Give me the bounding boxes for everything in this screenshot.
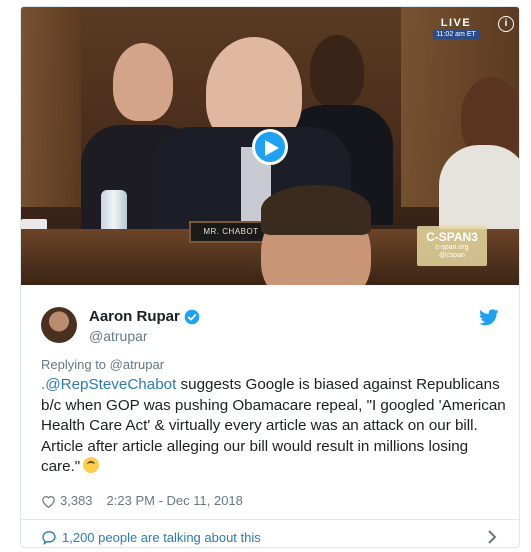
info-icon[interactable]: i [498, 16, 514, 32]
talking-about-link[interactable]: 1,200 people are talking about this [41, 530, 261, 545]
live-time: 11:02 am ET [433, 30, 479, 39]
audience-man-face [310, 35, 364, 107]
play-button[interactable] [252, 129, 288, 165]
author-name[interactable]: Aaron Rupar [89, 308, 180, 325]
like-count[interactable]: 3,383 [60, 493, 93, 508]
divider [21, 519, 519, 520]
author-handle[interactable]: @atrupar [89, 328, 148, 344]
cspan-site: c-span.org [435, 244, 469, 251]
timestamp[interactable]: 2:23 PM - Dec 11, 2018 [107, 493, 243, 508]
audience-woman-right-body [439, 145, 519, 235]
live-indicator: LIVE 11:02 am ET [433, 17, 479, 39]
upside-down-face-emoji-icon [83, 457, 100, 473]
video-player[interactable]: MR. CHABOT LIVE 11:02 am ET i C-SPAN3 c-… [21, 7, 519, 285]
wood-panel [21, 7, 81, 207]
replying-to: Replying to @atrupar [41, 357, 164, 372]
talking-label[interactable]: 1,200 people are talking about this [62, 530, 261, 545]
cspan-handle: @cspan [439, 252, 465, 259]
twitter-bird-icon[interactable] [479, 309, 499, 326]
avatar[interactable] [41, 307, 77, 343]
embedded-tweet-card: MR. CHABOT LIVE 11:02 am ET i C-SPAN3 c-… [20, 6, 520, 548]
audience-woman-face [113, 43, 173, 121]
tweet-text: .@RepSteveChabot suggests Google is bias… [41, 375, 511, 478]
play-icon [265, 140, 279, 156]
tweet-meta: 3,383 2:23 PM - Dec 11, 2018 [41, 493, 243, 508]
chevron-right-icon[interactable] [487, 529, 497, 545]
live-label: LIVE [440, 17, 472, 29]
cspan-logo: C-SPAN3 c-span.org @cspan [417, 226, 487, 266]
foreground-man-hair [261, 185, 371, 235]
verified-badge-icon [184, 309, 200, 324]
tweet-mention[interactable]: .@RepSteveChabot [41, 376, 176, 393]
cspan-network: C-SPAN3 [426, 230, 478, 244]
author-name-row[interactable]: Aaron Rupar [89, 308, 200, 325]
comment-bubble-icon [42, 531, 56, 545]
heart-icon[interactable] [41, 494, 56, 508]
replying-mention[interactable]: @atrupar [110, 357, 164, 372]
replying-prefix: Replying to [41, 357, 110, 372]
